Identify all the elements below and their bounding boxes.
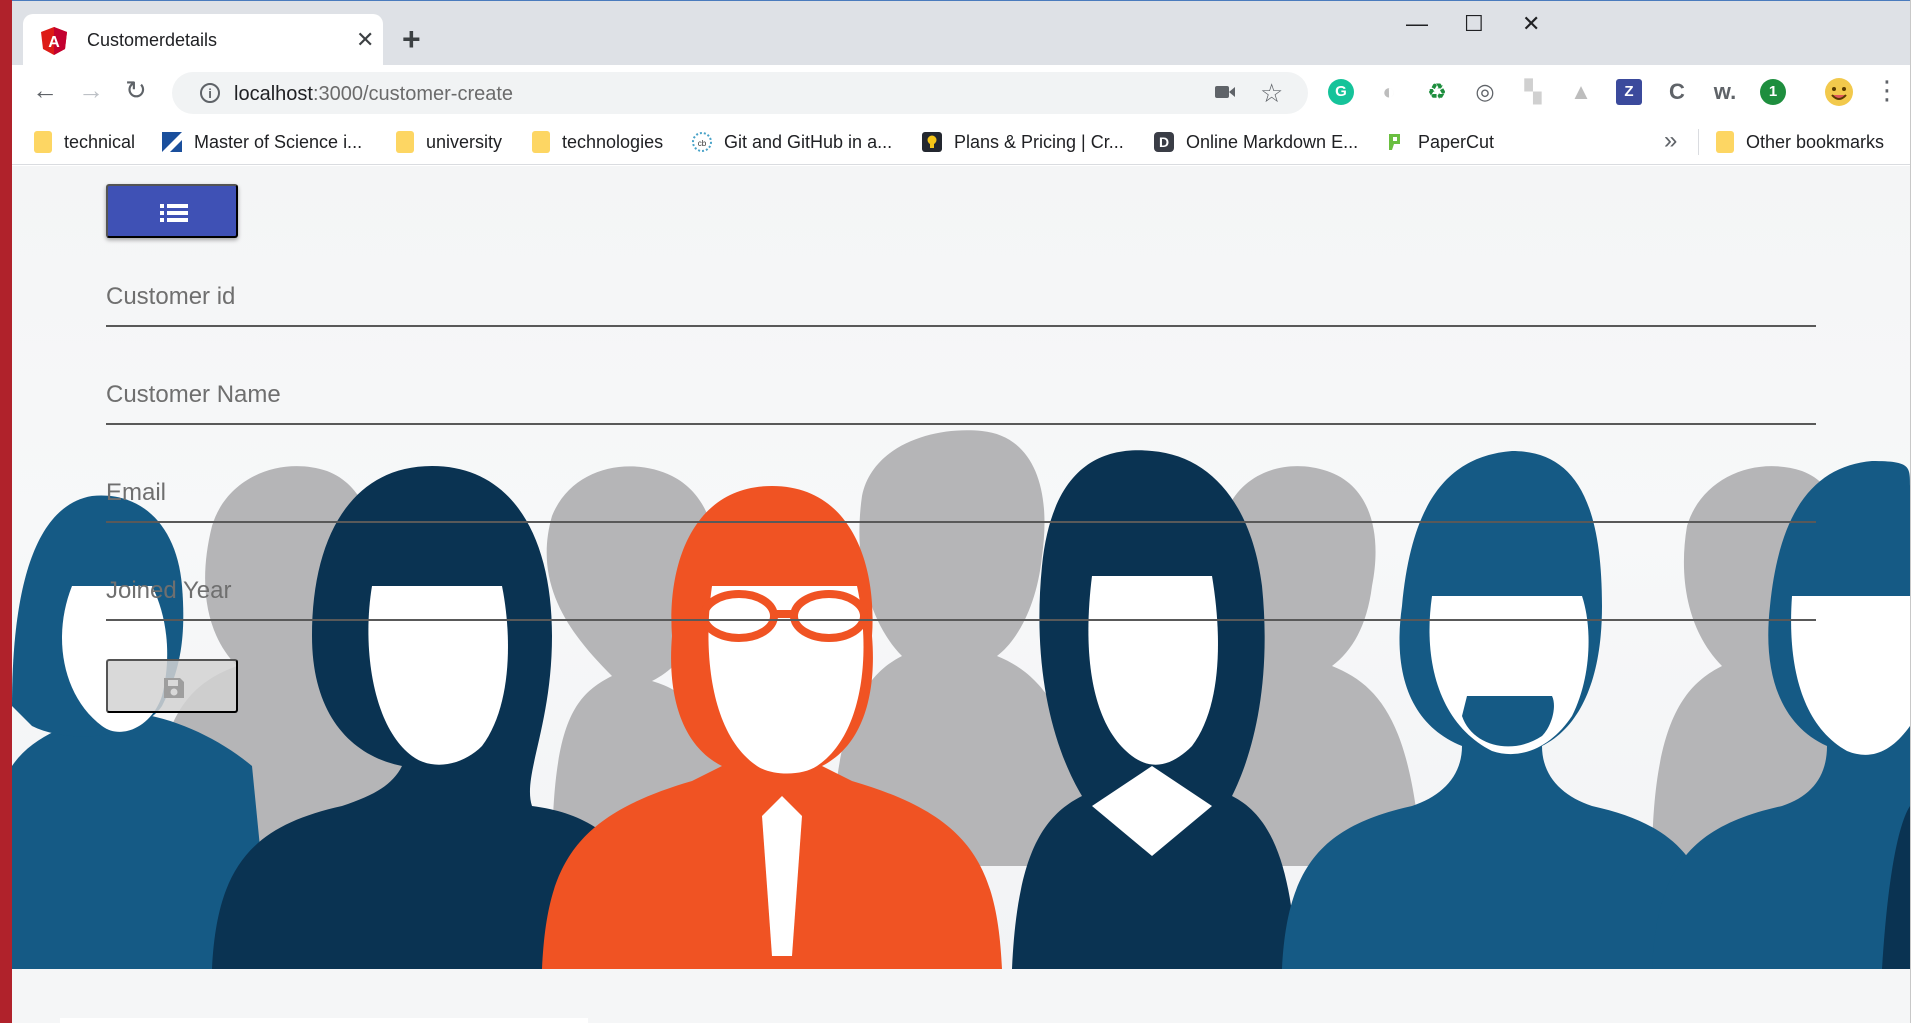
browser-toolbar: ← → ↻ i localhost:3000/customer-create ☆… bbox=[12, 65, 1910, 119]
bookmark-university[interactable]: university bbox=[396, 129, 502, 155]
reload-button[interactable]: ↻ bbox=[125, 75, 147, 105]
site-info-icon[interactable]: i bbox=[200, 83, 220, 103]
url-host: localhost bbox=[234, 83, 313, 105]
bookmarks-bar: technical Master of Science i... univers… bbox=[12, 119, 1910, 165]
folder-icon bbox=[1716, 131, 1734, 153]
bookmark-star-icon[interactable]: ☆ bbox=[1260, 78, 1283, 109]
bookmark-label: Other bookmarks bbox=[1746, 131, 1885, 152]
grammarly-icon[interactable]: G bbox=[1328, 79, 1354, 105]
folder-icon bbox=[396, 131, 414, 153]
browser-window: A Customerdetails ✕ + — ☐ ✕ ← → ↻ i loca… bbox=[12, 0, 1910, 1023]
maximize-button[interactable]: ☐ bbox=[1464, 11, 1484, 37]
code-site-icon: cb bbox=[692, 132, 712, 152]
avatar[interactable] bbox=[1824, 77, 1854, 107]
tab-strip: A Customerdetails ✕ + — ☐ ✕ bbox=[12, 1, 1910, 65]
joined-year-input[interactable] bbox=[106, 571, 1816, 611]
c-extension-icon[interactable]: C bbox=[1664, 79, 1690, 105]
chat-extension-icon[interactable]: 1 bbox=[1760, 79, 1786, 105]
bookmark-plans-pricing[interactable]: Plans & Pricing | Cr... bbox=[922, 129, 1124, 155]
angular-icon: A bbox=[41, 27, 67, 55]
browser-menu-icon[interactable]: ⋮ bbox=[1874, 77, 1900, 103]
drive-icon[interactable]: ▲ bbox=[1568, 79, 1594, 105]
bookmark-online-markdown[interactable]: D Online Markdown E... bbox=[1154, 129, 1358, 155]
bookmark-label: technical bbox=[64, 131, 136, 152]
desktop-background-right bbox=[1910, 0, 1920, 1023]
tab-customerdetails[interactable]: A Customerdetails ✕ bbox=[23, 14, 383, 65]
swirl-extension-icon[interactable]: ◎ bbox=[1472, 79, 1498, 105]
bookmark-technologies[interactable]: technologies bbox=[532, 129, 663, 155]
bookmark-label: Plans & Pricing | Cr... bbox=[954, 131, 1124, 152]
svg-text:A: A bbox=[48, 34, 60, 51]
bulb-icon bbox=[922, 132, 942, 152]
bookmark-other-bookmarks[interactable]: Other bookmarks bbox=[1716, 129, 1884, 155]
tab-title: Customerdetails bbox=[87, 30, 218, 50]
taskbar-edge bbox=[60, 1018, 588, 1023]
customer-id-field bbox=[106, 267, 1816, 327]
bookmarks-overflow-button[interactable]: » bbox=[1664, 127, 1677, 155]
save-button[interactable] bbox=[106, 659, 238, 713]
customer-name-field bbox=[106, 365, 1816, 425]
circle-extension-icon[interactable]: ◐ bbox=[1376, 79, 1402, 105]
bookmark-papercut[interactable]: PaperCut bbox=[1386, 129, 1494, 155]
page-footer-area bbox=[12, 969, 1910, 1023]
recycle-icon[interactable]: ♻ bbox=[1424, 79, 1450, 105]
new-tab-button[interactable]: + bbox=[402, 23, 421, 55]
bookmark-label: technologies bbox=[562, 131, 664, 152]
page-content bbox=[12, 166, 1910, 969]
bookmark-label: PaperCut bbox=[1418, 131, 1495, 152]
desktop-background-left bbox=[0, 0, 12, 1023]
close-tab-icon[interactable]: ✕ bbox=[356, 27, 374, 53]
forward-button[interactable]: → bbox=[78, 75, 104, 105]
close-window-button[interactable]: ✕ bbox=[1522, 11, 1540, 37]
back-button[interactable]: ← bbox=[32, 75, 58, 105]
folder-icon bbox=[532, 131, 550, 153]
bookmark-label: Master of Science i... bbox=[194, 131, 363, 152]
address-bar[interactable]: i localhost:3000/customer-create ☆ bbox=[172, 72, 1308, 114]
save-icon bbox=[164, 678, 184, 698]
customer-name-input[interactable] bbox=[106, 375, 1816, 415]
joined-year-field bbox=[106, 561, 1816, 621]
list-view-button[interactable] bbox=[106, 184, 238, 238]
minimize-button[interactable]: — bbox=[1406, 11, 1428, 37]
z-extension-icon[interactable]: Z bbox=[1616, 79, 1642, 105]
university-site-icon bbox=[162, 132, 182, 152]
list-icon bbox=[160, 204, 188, 222]
d-icon: D bbox=[1154, 132, 1174, 152]
svg-text:cb: cb bbox=[698, 139, 707, 148]
camera-icon[interactable] bbox=[1214, 82, 1236, 102]
svg-text:D: D bbox=[1159, 134, 1169, 150]
email-field bbox=[106, 463, 1816, 523]
bookmark-technical[interactable]: technical bbox=[34, 129, 135, 155]
email-input[interactable] bbox=[106, 473, 1816, 513]
w-extension-icon[interactable]: w. bbox=[1712, 79, 1738, 105]
url-path: :3000/customer-create bbox=[312, 83, 514, 105]
grey-square-extension-icon[interactable]: ▚ bbox=[1520, 79, 1546, 105]
papercut-icon bbox=[1389, 134, 1400, 150]
bookmark-label: Online Markdown E... bbox=[1186, 131, 1359, 152]
url-text[interactable]: localhost:3000/customer-create bbox=[234, 83, 513, 106]
bookmarks-separator bbox=[1698, 129, 1699, 155]
bookmark-label: Git and GitHub in a... bbox=[724, 131, 893, 152]
bookmark-master-of-science[interactable]: Master of Science i... bbox=[162, 129, 362, 155]
folder-icon bbox=[34, 131, 52, 153]
bookmark-label: university bbox=[426, 131, 503, 152]
bookmark-git-github[interactable]: cb Git and GitHub in a... bbox=[692, 129, 892, 155]
customer-id-input[interactable] bbox=[106, 277, 1816, 317]
